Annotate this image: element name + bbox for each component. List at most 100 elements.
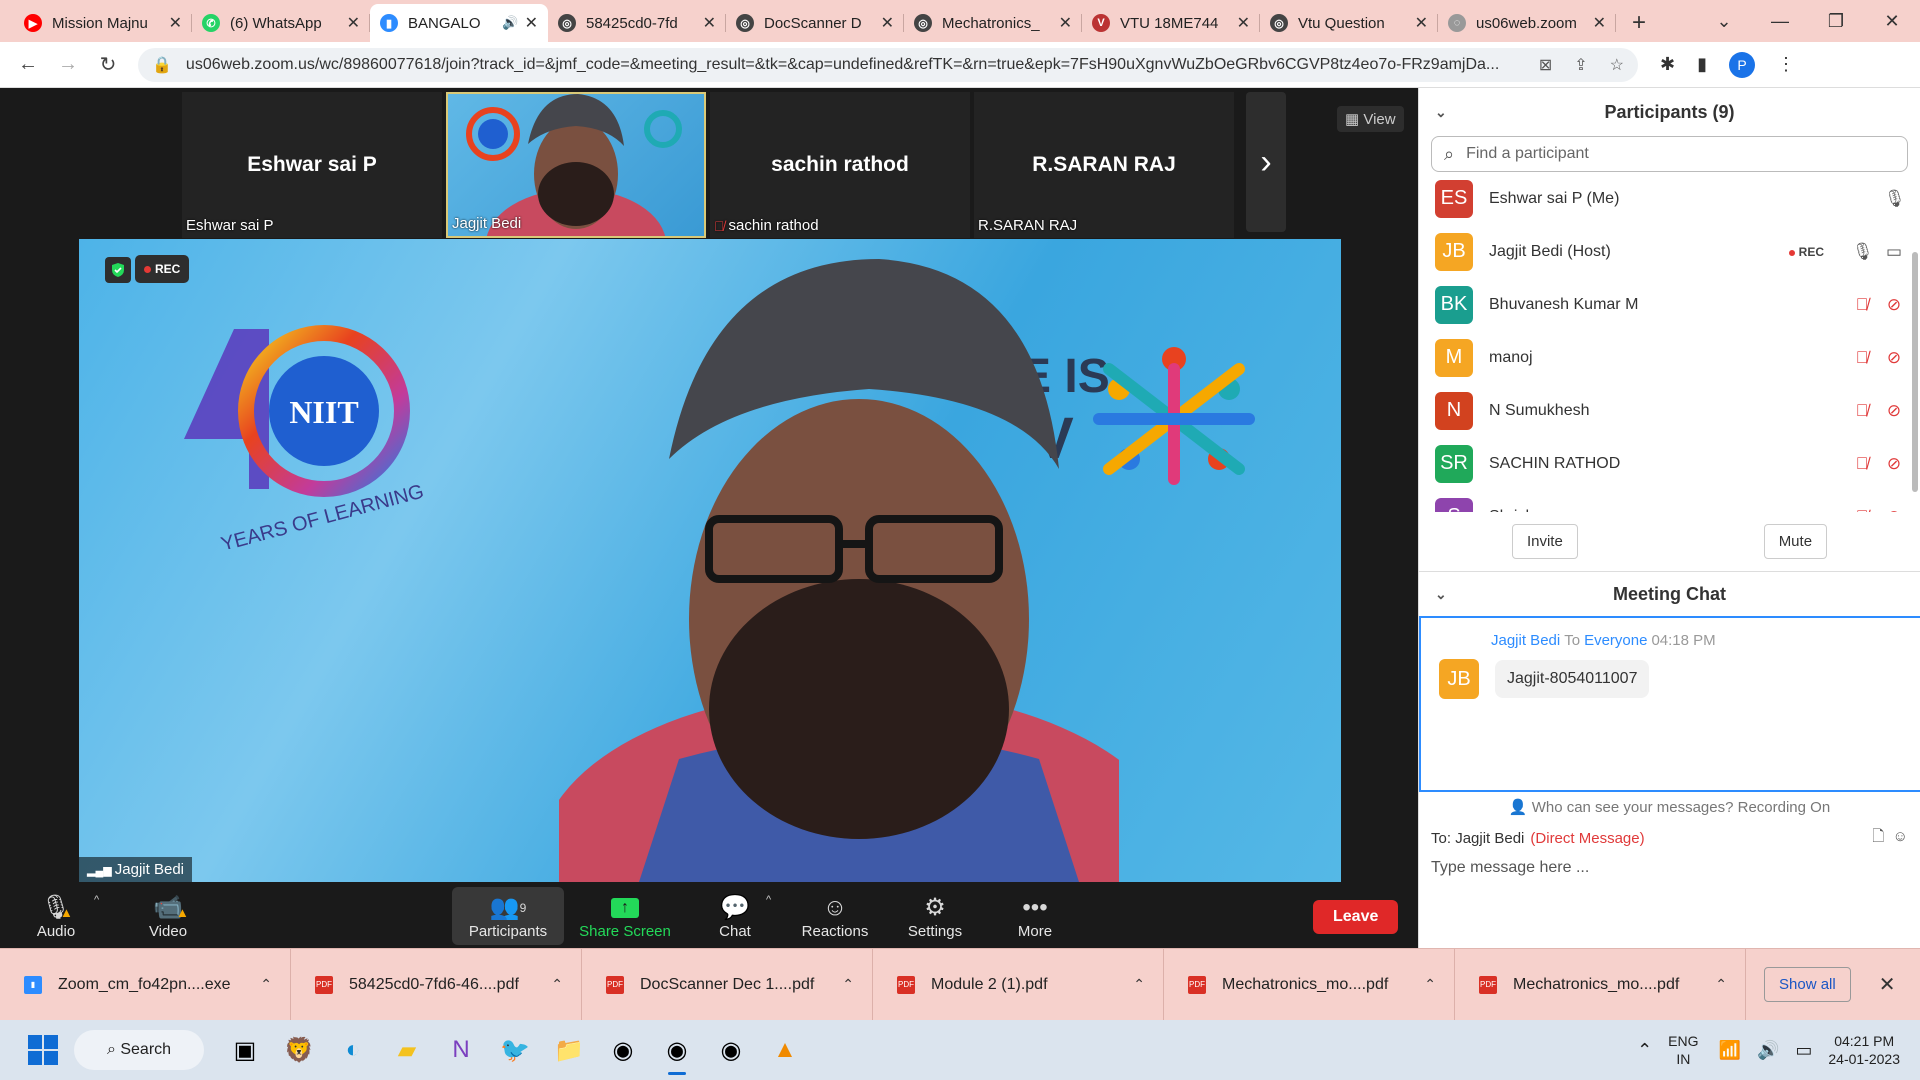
language-indicator[interactable]: ENG IN [1668, 1032, 1698, 1068]
browser-tab[interactable]: ▮ BANGALO 🔊 ✕ [370, 4, 548, 42]
browser-tab[interactable]: ◎ Vtu Question ✕ [1260, 4, 1438, 42]
leave-button[interactable]: Leave [1313, 900, 1399, 934]
participant-row[interactable]: ES Eshwar sai P (Me) 🎙 [1419, 172, 1920, 225]
participant-thumbnail[interactable]: Jagjit Bedi [446, 92, 706, 238]
muted-microphone-icon[interactable]: 🎙̸ [1852, 348, 1872, 368]
browser-tab[interactable]: ◎ 58425cd0-7fd ✕ [548, 4, 726, 42]
invite-button[interactable]: Invite [1511, 524, 1578, 559]
video-off-icon[interactable]: ⊘ [1884, 507, 1904, 513]
collapse-participants-chevron-icon[interactable]: ⌄ [1435, 104, 1447, 121]
clock[interactable]: 04:21 PM 24-01-2023 [1828, 1032, 1900, 1068]
audio-options-caret[interactable]: ^ [94, 894, 99, 906]
mute-all-button[interactable]: Mute [1763, 524, 1828, 559]
collapse-chat-chevron-icon[interactable]: ⌄ [1435, 586, 1447, 603]
back-button[interactable]: ← [8, 53, 48, 76]
emoji-icon[interactable]: ☺ [1893, 828, 1908, 845]
sticky-notes-icon[interactable]: ▰ [380, 1023, 434, 1077]
download-item[interactable]: PDF Module 2 (1).pdf ⌃ [873, 948, 1164, 1021]
chat-visibility-note[interactable]: 👤 Who can see your messages? Recording O… [1419, 798, 1920, 816]
audio-button[interactable]: 🎙 Audio ▲ [30, 887, 82, 945]
more-button[interactable]: ••• More [1010, 887, 1060, 945]
muted-microphone-icon[interactable]: 🎙̸ [1852, 401, 1872, 421]
encryption-shield-icon[interactable] [105, 257, 131, 283]
tab-close-icon[interactable]: ✕ [1593, 13, 1606, 33]
recording-badge[interactable]: REC [135, 255, 190, 283]
battery-icon[interactable]: ▭ [1795, 1040, 1812, 1061]
tab-close-icon[interactable]: ✕ [347, 13, 360, 33]
file-explorer-icon[interactable]: 📁 [542, 1023, 596, 1077]
share-screen-button[interactable]: ↑ Share Screen [578, 887, 672, 945]
browser-tab[interactable]: ◎ Mechatronics_ ✕ [904, 4, 1082, 42]
camera-blocked-icon[interactable]: ⊠ [1539, 55, 1552, 75]
microphone-icon[interactable]: 🎙 [1852, 242, 1874, 262]
tab-close-icon[interactable]: ✕ [1059, 13, 1072, 33]
participant-row[interactable]: N N Sumukhesh 🎙̸ ⊘ [1419, 384, 1920, 437]
close-download-shelf-icon[interactable]: ✕ [1879, 972, 1896, 997]
browser-tab[interactable]: ◌ us06web.zoom ✕ [1438, 4, 1616, 42]
participant-thumbnail[interactable]: sachin rathod 🎙̸ sachin rathod [710, 92, 970, 238]
tab-close-icon[interactable]: ✕ [881, 13, 894, 33]
participant-row[interactable]: BK Bhuvanesh Kumar M 🎙̸ ⊘ [1419, 278, 1920, 331]
download-item[interactable]: ▮ Zoom_cm_fo42pn....exe ⌃ [0, 948, 291, 1021]
address-bar[interactable]: 🔒 us06web.zoom.us/wc/89860077618/join?tr… [138, 47, 1638, 82]
onenote-icon[interactable]: N [434, 1023, 488, 1077]
chat-recipient[interactable]: Jagjit Bedi [1455, 830, 1524, 847]
reactions-button[interactable]: ☺ Reactions [800, 887, 870, 945]
chat-message-input[interactable]: Type message here ... [1419, 851, 1920, 885]
file-icon[interactable]: 🗋 [1872, 828, 1884, 845]
show-hidden-icons-chevron[interactable]: ⌃ [1637, 1040, 1652, 1061]
edge-browser-icon[interactable]: ◐ [326, 1023, 380, 1077]
share-icon[interactable]: ⇪ [1574, 55, 1587, 75]
participants-button[interactable]: 👥 9 Participants [452, 887, 564, 945]
twitter-icon[interactable]: 🐦 [488, 1023, 542, 1077]
browser-tab[interactable]: ▶ Mission Majnu ✕ [14, 4, 192, 42]
browser-tab[interactable]: ✆ (6) WhatsApp ✕ [192, 4, 370, 42]
download-item[interactable]: PDF Mechatronics_mo....pdf ⌃ [1455, 948, 1746, 1021]
extensions-icon[interactable]: ✱ [1660, 54, 1675, 75]
participant-row[interactable]: JB Jagjit Bedi (Host) REC 🎙 ▭ [1419, 225, 1920, 278]
volume-icon[interactable]: 🔊 [1757, 1040, 1779, 1061]
tab-close-icon[interactable]: ✕ [169, 13, 182, 33]
download-options-chevron[interactable]: ⌃ [1133, 976, 1145, 993]
next-page-button[interactable]: › [1246, 92, 1286, 232]
participant-thumbnail[interactable]: Eshwar sai P Eshwar sai P [182, 92, 442, 238]
video-off-icon[interactable]: ⊘ [1884, 295, 1904, 315]
view-button[interactable]: ▦ View [1337, 106, 1404, 132]
new-tab-button[interactable]: + [1616, 4, 1662, 42]
participant-list-scrollbar[interactable] [1912, 252, 1918, 492]
bookmark-star-icon[interactable]: ☆ [1610, 55, 1624, 75]
microphone-icon[interactable]: 🎙 [1884, 189, 1906, 209]
video-button[interactable]: 📹 Video ▲ [140, 887, 196, 945]
forward-button[interactable]: → [48, 53, 88, 76]
chat-bubble[interactable]: Jagjit-8054011007 [1495, 660, 1650, 698]
chat-button[interactable]: 💬 Chat [710, 887, 760, 945]
chrome-profile-p-icon[interactable]: ◉ [650, 1023, 704, 1077]
show-all-downloads-button[interactable]: Show all [1764, 967, 1851, 1002]
video-off-icon[interactable]: ⊘ [1884, 454, 1904, 474]
participant-search-input[interactable]: ⌕ Find a participant [1431, 136, 1908, 172]
muted-microphone-icon[interactable]: 🎙̸ [1852, 507, 1872, 513]
profile-avatar[interactable]: P [1729, 51, 1755, 78]
participant-row[interactable]: Mmanoj 🎙̸ ⊘ [1419, 331, 1920, 384]
tab-audio-icon[interactable]: 🔊 [502, 15, 518, 31]
tab-search-icon[interactable]: ⌄ [1696, 11, 1752, 32]
participant-row[interactable]: S Shrishu 🎙̸ ⊘ [1419, 490, 1920, 512]
muted-microphone-icon[interactable]: 🎙̸ [1852, 454, 1872, 474]
download-item[interactable]: PDF Mechatronics_mo....pdf ⌃ [1164, 948, 1455, 1021]
chat-sender[interactable]: Jagjit Bedi [1491, 632, 1560, 649]
tab-close-icon[interactable]: ✕ [703, 13, 716, 33]
chrome-icon[interactable]: ◉ [596, 1023, 650, 1077]
task-view-icon[interactable]: ▣ [218, 1023, 272, 1077]
tab-close-icon[interactable]: ✕ [1237, 13, 1250, 33]
wifi-icon[interactable]: 📶 [1719, 1040, 1741, 1061]
tab-close-icon[interactable]: ✕ [1415, 13, 1428, 33]
muted-microphone-icon[interactable]: 🎙̸ [1852, 295, 1872, 315]
reload-button[interactable]: ↻ [88, 52, 128, 77]
download-options-chevron[interactable]: ⌃ [551, 976, 563, 993]
chat-recipient-everyone[interactable]: Everyone [1584, 632, 1647, 649]
download-item[interactable]: PDF 58425cd0-7fd6-46....pdf ⌃ [291, 948, 582, 1021]
video-off-icon[interactable]: ⊘ [1884, 401, 1904, 421]
tab-close-icon[interactable]: ✕ [525, 13, 538, 33]
video-off-icon[interactable]: ⊘ [1884, 348, 1904, 368]
chrome-profile-2-icon[interactable]: ◉ [704, 1023, 758, 1077]
